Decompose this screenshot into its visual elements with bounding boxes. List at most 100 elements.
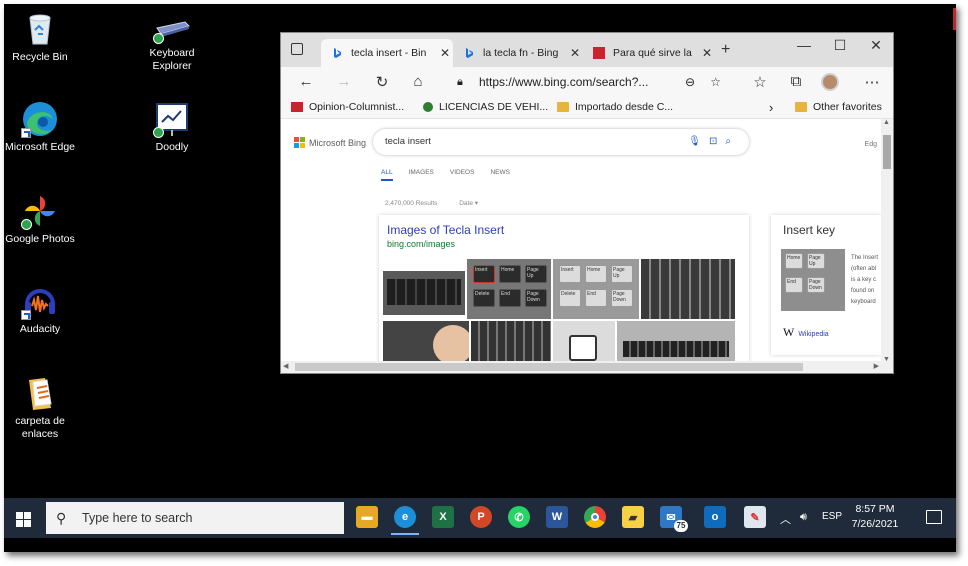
image-thumbnail[interactable]: Insert Home Page Up Delete End Page Down [553,259,639,319]
search-icon: ⚲ [56,510,67,526]
tab-news[interactable]: NEWS [490,169,510,181]
close-window-button[interactable]: ✕ [861,37,891,54]
desktop-icon-audacity[interactable]: Audacity [4,282,76,336]
image-thumbnail[interactable] [641,259,735,319]
tab-images[interactable]: IMAGES [409,169,434,181]
whatsapp-app-icon[interactable]: ✆ [508,506,530,528]
excel-app-icon[interactable]: X [432,506,454,528]
clock-time: 8:57 PM [855,503,895,515]
desktop-icon-recycle-bin[interactable]: Recycle Bin [4,10,76,64]
profile-avatar[interactable] [821,73,839,91]
site-favicon-icon [593,47,605,59]
favorite-folder[interactable]: Importado desde C... [557,101,673,113]
images-result-url: bing.com/images [387,239,456,249]
sticky-notes-app-icon[interactable]: ▰ [622,506,644,528]
image-thumbnail[interactable] [383,321,469,365]
taskbar-search-box[interactable]: ⚲ Type here to search [46,502,344,534]
home-button[interactable]: ⌂ [407,73,429,90]
address-bar[interactable]: 🔒︎ https://www.bing.com/search?... ⊖ ☆ [445,70,733,94]
bing-favicon-icon [331,47,343,59]
vertical-scrollbar[interactable]: ▲ ▼ [881,119,893,363]
scroll-left-arrow-icon[interactable]: ◀ [283,362,288,370]
desktop-icon-doodly[interactable]: Doodly [136,100,208,154]
paint-app-icon[interactable]: ✎ [744,506,766,528]
screen-frame: Recycle Bin Keyboard Explorer Microsoft … [4,4,956,552]
favorites-icon[interactable]: ☆ [749,73,771,91]
image-thumbnail[interactable] [553,321,615,365]
horizontal-scrollbar[interactable]: ◀ ▶ [281,361,893,373]
desktop-icon-google-photos[interactable]: Google Photos [4,192,76,246]
bing-search-box[interactable]: tecla insert 🎙︎⊡⌕ [373,129,749,155]
knowledge-line: is a key c [851,277,877,283]
close-tab-icon[interactable]: ✕ [699,46,715,60]
tab-actions-icon[interactable] [291,43,303,55]
horizontal-scroll-thumb[interactable] [295,363,803,371]
favorite-item[interactable]: LICENCIAS DE VEHI... [423,101,548,113]
close-tab-icon[interactable]: ✕ [437,46,453,60]
other-favorites-folder[interactable]: Other favorites [795,101,882,113]
volume-icon[interactable]: 🔊︎ [800,511,807,524]
desktop-icon-label: Audacity [19,323,61,335]
wikipedia-link[interactable]: W Wikipedia [783,325,829,340]
collections-icon[interactable]: ⧉ [785,73,807,90]
tab-videos[interactable]: VIDEOS [450,169,475,181]
desktop-icon-label: Doodly [155,141,189,153]
start-button[interactable] [10,506,36,532]
file-explorer-app-icon[interactable]: ▬ [356,506,378,528]
mail-unread-badge: 75 [674,520,688,532]
word-app-icon[interactable]: W [546,506,568,528]
vertical-scroll-thumb[interactable] [883,135,891,169]
maximize-button[interactable]: ☐ [825,37,855,54]
images-result-title[interactable]: Images of Tecla Insert [387,223,504,237]
search-icon[interactable]: ⌕ [725,136,739,147]
desktop-icon-carpeta-de-enlaces[interactable]: carpeta de enlaces [4,374,76,441]
forward-button[interactable]: → [333,73,355,90]
add-favorite-icon[interactable]: ☆ [710,70,721,94]
favorite-item[interactable]: Opinion-Columnist... [291,101,404,113]
desktop-icon-edge[interactable]: Microsoft Edge [4,100,76,154]
knowledge-panel-image[interactable]: Home Page Up End Page Down [781,249,845,311]
powerpoint-app-icon[interactable]: P [470,506,492,528]
minimize-button[interactable]: — [789,37,819,53]
knowledge-panel-text: The Insert (often abl is a key c found o… [851,253,878,308]
settings-more-icon[interactable]: ⋯ [861,73,883,91]
close-tab-icon[interactable]: ✕ [567,46,583,60]
lock-icon: 🔒︎ [457,76,463,88]
tab-strip: tecla insert - Bin ✕ la tecla fn - Bing … [281,33,893,67]
image-thumbnail[interactable] [383,271,465,315]
new-tab-button[interactable]: + [721,41,730,59]
outlook-app-icon[interactable]: o [704,506,726,528]
chrome-app-icon[interactable] [584,506,606,528]
desktop: Recycle Bin Keyboard Explorer Microsoft … [4,4,956,498]
tab-la-tecla-fn[interactable]: la tecla fn - Bing ✕ [453,39,583,67]
favorites-overflow-chevron-icon[interactable]: › [769,100,773,115]
knowledge-panel-title[interactable]: Insert key [783,223,835,237]
desktop-icon-label: Google Photos [5,233,75,245]
mic-icon[interactable]: 🎙︎ [688,136,709,147]
visual-search-icon[interactable]: ⊡ [709,136,725,147]
scroll-up-arrow-icon[interactable]: ▲ [883,119,890,126]
zoom-icon[interactable]: ⊖ [685,70,695,94]
mail-app-icon[interactable]: ✉ 75 [660,506,688,532]
favorite-label: Other favorites [813,101,882,113]
date-filter[interactable]: Date ▾ [459,200,478,207]
shortcut-arrow-icon [21,310,31,320]
edge-app-icon[interactable]: e [391,506,419,535]
scroll-right-arrow-icon[interactable]: ▶ [874,362,879,370]
taskbar-clock[interactable]: 8:57 PM 7/26/2021 [840,502,910,532]
notifications-icon[interactable] [926,510,942,524]
image-thumbnail[interactable] [471,321,551,365]
show-hidden-icons-chevron-icon[interactable]: ︿ [780,511,791,527]
tab-para-que-sirve[interactable]: Para qué sirve la ✕ [583,39,715,67]
tab-tecla-insert[interactable]: tecla insert - Bin ✕ [321,39,453,67]
image-thumbnail[interactable] [617,321,735,365]
image-thumbnail[interactable]: Insert Home Page Up Delete End Page Down [467,259,551,319]
tab-all[interactable]: ALL [381,169,393,181]
bing-logo[interactable]: Microsoft Bing [294,137,366,148]
folder-icon [557,102,569,112]
desktop-icon-label: Recycle Bin [12,51,68,63]
back-button[interactable]: ← [295,73,317,90]
desktop-icon-keyboard-explorer[interactable]: Keyboard Explorer [136,16,208,73]
language-indicator[interactable]: ESP [822,511,842,522]
refresh-button[interactable]: ↻ [371,73,393,91]
